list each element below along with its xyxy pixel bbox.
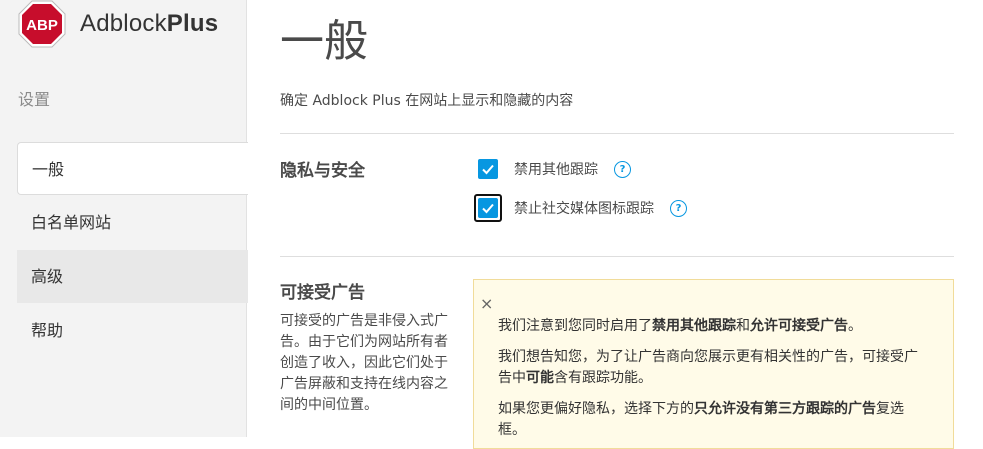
notice-text: 含有跟踪功能。 — [554, 370, 652, 386]
acceptable-ads-description: 可接受的广告是非侵入式广告。由于它们为网站所有者创造了收入，因此它们处于广告屏蔽… — [280, 313, 448, 413]
app-logo[interactable]: ABP AdblockPlus — [18, 0, 218, 48]
notice-emphasis: 可能 — [526, 370, 554, 386]
notice-text: 我们注意到您同时启用了 — [498, 318, 652, 334]
abp-logo-icon: ABP — [18, 0, 66, 48]
notice-emphasis: 允许可接受广告 — [750, 318, 848, 334]
divider — [280, 133, 954, 134]
sidebar-item-whitelist[interactable]: 白名单网站 — [17, 196, 248, 249]
option-block-social-tracking: 禁止社交媒体图标跟踪 ? — [474, 194, 687, 222]
notice-paragraph-2: 我们想告知您，为了让广告商向您展示更有相关性的广告，可接受广告中可能含有跟踪功能… — [498, 347, 929, 389]
brand-part-plus: Plus — [166, 10, 219, 37]
sidebar-nav: 一般 白名单网站 高级 帮助 — [17, 142, 248, 358]
brand-part-adblock: Adblock — [80, 10, 167, 37]
logo-text: ABP — [26, 17, 58, 34]
social-tracking-label: 禁止社交媒体图标跟踪 — [514, 201, 654, 217]
social-tracking-checkbox[interactable] — [474, 194, 502, 222]
help-icon[interactable]: ? — [614, 160, 631, 178]
sidebar-item-advanced[interactable]: 高级 — [17, 250, 248, 303]
notice-text: 。 — [848, 318, 862, 334]
checkmark-icon — [482, 164, 494, 175]
block-tracking-checkbox[interactable] — [474, 155, 502, 183]
notice-emphasis: 只允许没有第三方跟踪的广告 — [694, 401, 876, 417]
notice-paragraph-1: 我们注意到您同时启用了禁用其他跟踪和允许可接受广告。 — [498, 316, 929, 337]
notice-emphasis: 禁用其他跟踪 — [652, 318, 736, 334]
sidebar-item-general[interactable]: 一般 — [17, 142, 248, 195]
sidebar: ABP AdblockPlus 设置 一般 白名单网站 高级 帮助 — [0, 0, 248, 437]
tracking-notice: × 我们注意到您同时启用了禁用其他跟踪和允许可接受广告。 我们想告知您，为了让广… — [473, 279, 954, 449]
brand-name: AdblockPlus — [80, 10, 218, 38]
sidebar-item-help[interactable]: 帮助 — [17, 304, 248, 357]
sidebar-heading: 设置 — [18, 90, 51, 109]
privacy-section-title: 隐私与安全 — [280, 161, 365, 181]
checkbox-box — [478, 159, 498, 179]
option-block-additional-tracking: 禁用其他跟踪 ? — [474, 155, 631, 183]
checkmark-icon — [482, 203, 494, 214]
divider — [280, 256, 954, 257]
page-title: 一般 — [280, 16, 368, 67]
acceptable-ads-section-title: 可接受广告 — [280, 283, 365, 303]
help-icon[interactable]: ? — [670, 199, 687, 217]
close-icon[interactable]: × — [480, 296, 493, 312]
notice-text: 和 — [736, 318, 750, 334]
block-tracking-label: 禁用其他跟踪 — [514, 162, 598, 178]
notice-text: 如果您更偏好隐私，选择下方的 — [498, 401, 694, 417]
checkbox-box — [478, 198, 498, 218]
page-description: 确定 Adblock Plus 在网站上显示和隐藏的内容 — [280, 93, 574, 109]
notice-paragraph-3: 如果您更偏好隐私，选择下方的只允许没有第三方跟踪的广告复选框。 — [498, 399, 929, 441]
